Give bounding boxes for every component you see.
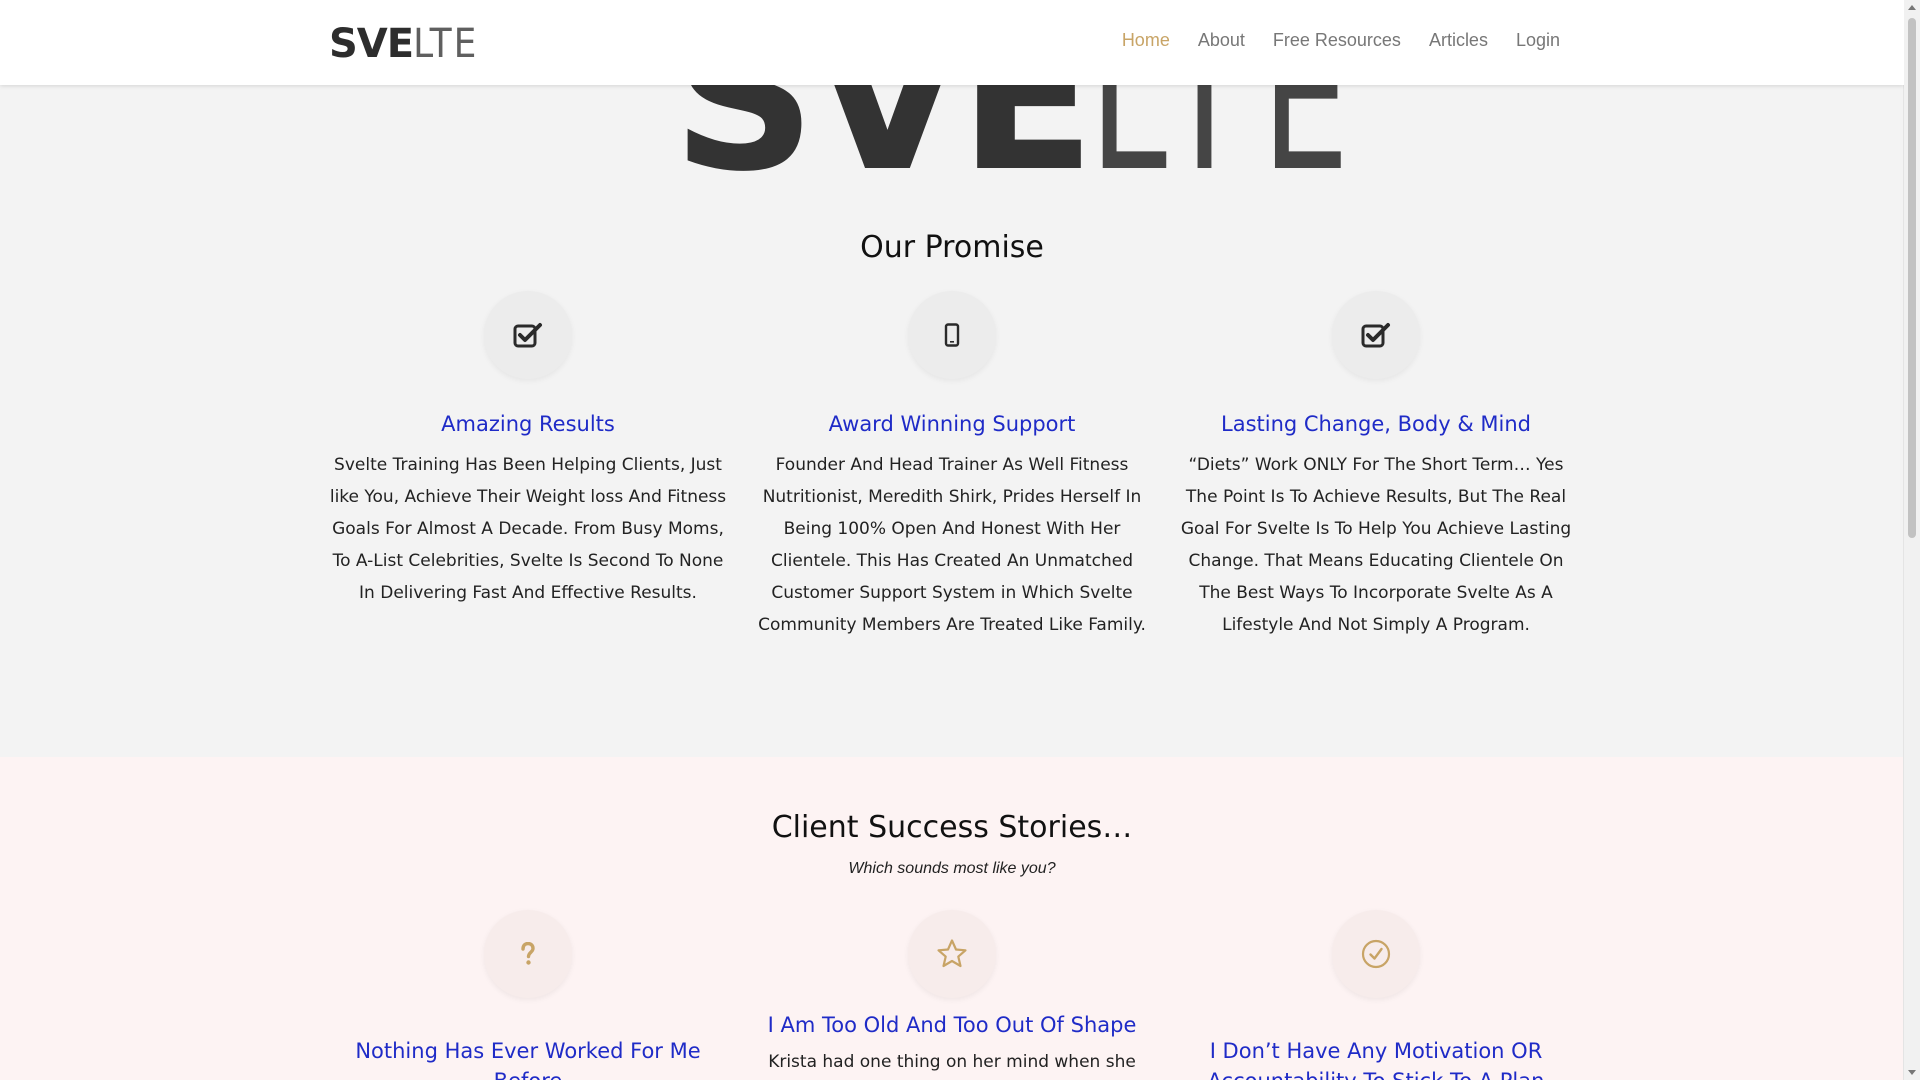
check-square-icon [1361, 323, 1390, 348]
story-item-title[interactable]: I Don’t Have Any Motivation OR Accountab… [1176, 1036, 1576, 1080]
clock-check-icon [1361, 939, 1391, 969]
nav-free-resources[interactable]: Free Resources [1273, 30, 1401, 51]
promise-title: Our Promise [860, 230, 1044, 265]
nav-login[interactable]: Login [1516, 30, 1560, 51]
promise-item-lasting-change: Lasting Change, Body & Mind “Diets” Work… [1176, 291, 1576, 641]
header-logo-thin: LTE [413, 21, 479, 67]
promise-item-text: “Diets” Work ONLY For The Short Term… Ye… [1180, 455, 1572, 635]
promise-icon-circle [1332, 291, 1420, 379]
promise-item-text: Founder And Head Trainer As Well Fitness… [758, 455, 1146, 635]
mobile-phone-icon [944, 323, 960, 347]
promise-item-title[interactable]: Amazing Results [328, 409, 728, 439]
promise-item-amazing-results: Amazing Results Svelte Training Has Been… [328, 291, 728, 609]
check-square-icon [513, 323, 542, 348]
story-item-title[interactable]: Nothing Has Ever Worked For Me Before [328, 1036, 728, 1080]
story-item-nothing-worked: Nothing Has Ever Worked For Me Before [328, 910, 728, 1080]
story-item-text: Krista had one thing on her mind when sh… [768, 1052, 1136, 1072]
promise-item-award-support: Award Winning Support Founder And Head T… [752, 291, 1152, 641]
nav-articles[interactable]: Articles [1429, 30, 1488, 51]
scroll-up-arrow-icon[interactable] [1908, 5, 1916, 10]
promise-item-title[interactable]: Lasting Change, Body & Mind [1176, 409, 1576, 439]
story-item-too-old: I Am Too Old And Too Out Of Shape Krista… [752, 910, 1152, 1078]
story-icon-circle [484, 910, 572, 998]
stories-subtitle: Which sounds most like you? [848, 860, 1056, 877]
header-logo[interactable]: SVE LTE [329, 20, 478, 64]
promise-icon-circle [484, 291, 572, 379]
story-item-title[interactable]: I Am Too Old And Too Out Of Shape [752, 1010, 1152, 1040]
star-icon [937, 939, 967, 968]
main-nav: Home About Free Resources Articles Login [1122, 30, 1560, 51]
story-icon-circle [908, 910, 996, 998]
vertical-scrollbar[interactable] [1903, 0, 1920, 1080]
page-viewport: SVE LTE Home About Free Resources Articl… [0, 0, 1904, 1080]
question-mark-icon [521, 942, 535, 965]
header-logo-bold: SVE [329, 21, 414, 67]
story-icon-circle [1332, 910, 1420, 998]
stories-title: Client Success Stories… [771, 810, 1133, 845]
scroll-down-arrow-icon[interactable] [1908, 1070, 1916, 1075]
promise-icon-circle [908, 291, 996, 379]
scrollbar-thumb[interactable] [1908, 18, 1916, 538]
nav-about[interactable]: About [1198, 30, 1245, 51]
story-item-no-motivation: I Don’t Have Any Motivation OR Accountab… [1176, 910, 1576, 1080]
nav-home[interactable]: Home [1122, 30, 1170, 51]
promise-item-title[interactable]: Award Winning Support [752, 409, 1152, 439]
promise-item-text: Svelte Training Has Been Helping Clients… [329, 455, 727, 603]
site-header: SVE LTE Home About Free Resources Articl… [0, 0, 1904, 85]
